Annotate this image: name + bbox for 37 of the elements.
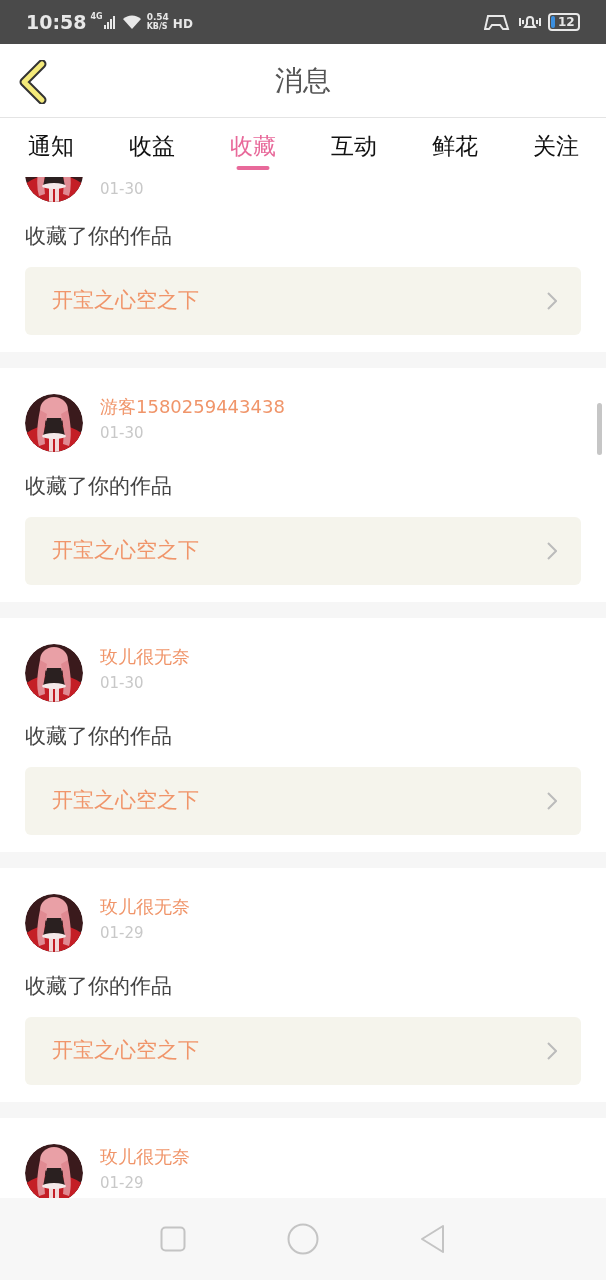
work-link[interactable]: 开宝之心空之下 <box>25 517 581 585</box>
tab[interactable]: 关注 <box>505 118 606 175</box>
scrollbar <box>597 403 602 455</box>
chevron-icon <box>547 792 557 810</box>
user-name[interactable]: 玫儿很无奈 <box>100 1147 190 1166</box>
battery-level: 12 <box>558 16 575 28</box>
signal-icon <box>103 14 116 30</box>
work-link[interactable]: 开宝之心空之下 <box>25 267 581 335</box>
work-link[interactable]: 开宝之心空之下 <box>25 767 581 835</box>
chevron-icon <box>547 542 557 560</box>
back-nav-icon[interactable] <box>419 1224 446 1254</box>
speed-value: 0.54 <box>146 13 169 22</box>
user-name[interactable]: 游客1580259443438 <box>100 397 285 416</box>
home-icon[interactable] <box>287 1223 319 1255</box>
speed-unit: KB/S <box>146 22 169 31</box>
gamepad-icon <box>484 12 512 32</box>
wifi-icon <box>121 14 142 30</box>
page-title: 消息 <box>275 62 331 99</box>
message-text: 收藏了你的作品 <box>25 723 173 750</box>
back-icon[interactable] <box>17 60 47 104</box>
user-name[interactable]: 玫儿很无奈 <box>100 897 190 916</box>
message-text: 收藏了你的作品 <box>25 473 173 500</box>
message-text: 收藏了你的作品 <box>25 223 173 250</box>
tab[interactable]: 通知 <box>0 118 101 175</box>
hd-label: HD <box>172 16 193 33</box>
tab[interactable]: 收益 <box>101 118 202 175</box>
work-link[interactable]: 开宝之心空之下 <box>25 1017 581 1085</box>
message-text: 收藏了你的作品 <box>25 973 173 1000</box>
clock: 10:58 <box>26 9 87 35</box>
tab[interactable]: 收藏 <box>202 118 303 175</box>
chevron-icon <box>547 1042 557 1060</box>
chevron-icon <box>547 292 557 310</box>
tab[interactable]: 鲜花 <box>404 118 505 175</box>
tab[interactable]: 互动 <box>303 118 404 175</box>
network-label: 4G <box>90 11 103 23</box>
recent-apps-icon[interactable] <box>160 1226 187 1252</box>
user-name[interactable]: 玫儿很无奈 <box>100 647 190 666</box>
